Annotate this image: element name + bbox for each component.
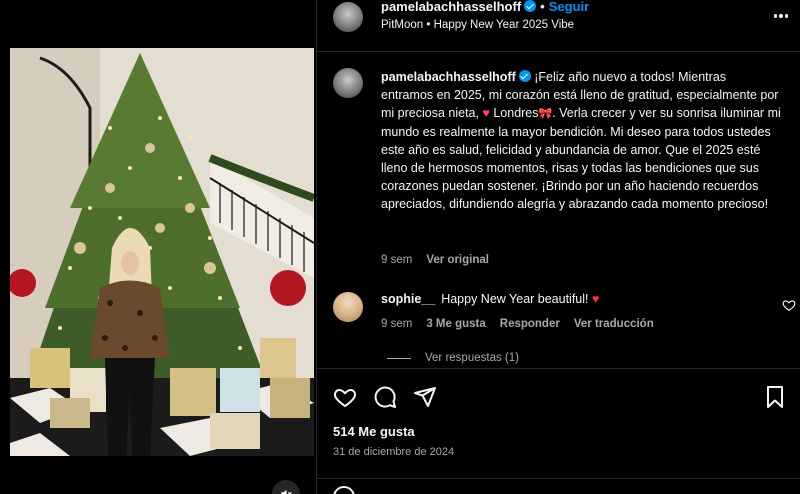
caption-username[interactable]: pamelabachhasselhoff: [381, 70, 516, 84]
comment-username[interactable]: sophie__: [381, 292, 435, 306]
separator-dot: •: [540, 0, 545, 14]
verified-badge-icon: [524, 0, 537, 12]
comment-likes[interactable]: 3 Me gusta: [426, 318, 485, 330]
muted-speaker-icon: [281, 489, 292, 494]
author-avatar[interactable]: [333, 2, 363, 32]
share-icon[interactable]: [413, 385, 437, 409]
post-header: pamelabachhasselhoff • Seguir PitMoon • Ha…: [317, 0, 800, 52]
pink-heart-icon: ♥: [482, 106, 490, 120]
comment-input-bar: [317, 478, 800, 494]
follow-button[interactable]: Seguir: [549, 0, 589, 14]
mute-button[interactable]: [272, 480, 300, 494]
bookmark-icon[interactable]: [763, 385, 787, 409]
verified-badge-icon: [518, 70, 531, 82]
commenter-avatar[interactable]: [333, 292, 363, 322]
replies-line: [387, 357, 411, 359]
post-photo[interactable]: [10, 48, 314, 456]
view-replies-label: Ver respuestas (1): [425, 352, 519, 364]
comment-meta: 9 sem 3 Me gusta Responder Ver traducció…: [381, 318, 654, 330]
header-username-row: pamelabachhasselhoff • Seguir: [381, 0, 589, 14]
comment-icon[interactable]: [373, 385, 397, 409]
likes-count[interactable]: 514 Me gusta: [333, 424, 415, 439]
caption-text-2: Londres: [489, 106, 539, 120]
see-original-link[interactable]: Ver original: [426, 254, 489, 266]
more-icon[interactable]: [771, 6, 791, 26]
post-date[interactable]: 31 de diciembre de 2024: [333, 446, 454, 458]
post-details-panel: pamelabachhasselhoff • Seguir PitMoon • Ha…: [316, 0, 800, 494]
see-translation-link[interactable]: Ver traducción: [574, 318, 654, 330]
christmas-tree-photo: [10, 48, 314, 456]
post-caption: pamelabachhasselhoff ¡Feliz año nuevo a …: [381, 68, 781, 213]
caption-meta: 9 sem Ver original: [381, 254, 489, 266]
red-heart-icon: ♥: [592, 292, 600, 306]
comment-time: 9 sem: [381, 318, 413, 330]
action-bar: [317, 368, 800, 422]
comment: sophie__ Happy New Year beautiful! ♥: [381, 292, 599, 306]
comment-like-heart-icon[interactable]: [782, 298, 796, 312]
comment-text: Happy New Year beautiful!: [441, 292, 589, 306]
author-username[interactable]: pamelabachhasselhoff: [381, 0, 521, 14]
media-panel: [0, 0, 316, 494]
view-replies[interactable]: Ver respuestas (1): [387, 352, 519, 364]
heart-icon[interactable]: [333, 385, 357, 409]
audio-attribution[interactable]: PitMoon • Happy New Year 2025 Vibe: [381, 19, 574, 31]
ribbon-bow-icon: 🎀: [538, 108, 553, 120]
reply-button[interactable]: Responder: [500, 318, 560, 330]
caption-text-3: . Verla crecer y ver su sonrisa iluminar…: [381, 106, 781, 211]
caption-time: 9 sem: [381, 254, 413, 266]
caption-avatar[interactable]: [333, 68, 363, 98]
